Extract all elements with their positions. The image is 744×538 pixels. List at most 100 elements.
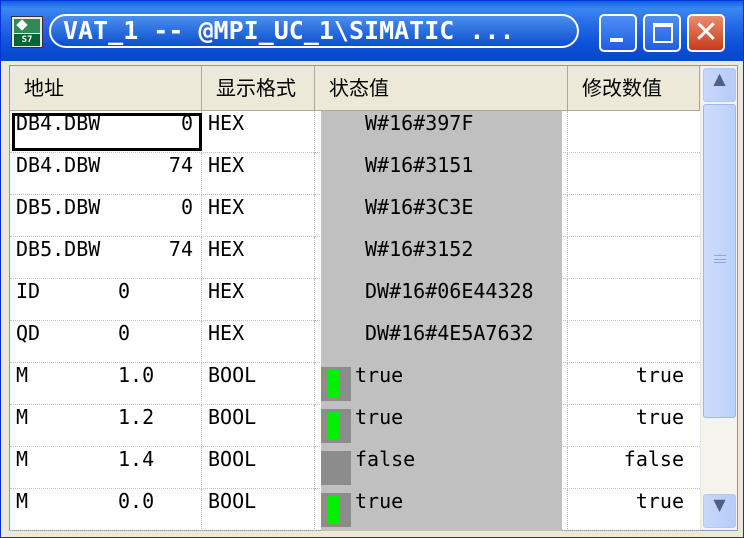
format-cell[interactable]: BOOL (202, 447, 315, 489)
address-number: 1.4 (118, 447, 155, 471)
address-number: 74 (168, 237, 193, 261)
bool-on-led-icon (327, 496, 339, 524)
close-icon: ✕ (693, 15, 719, 50)
modify-value-cell[interactable] (568, 237, 700, 279)
window-title: VAT_1 -- @MPI_UC_1\SIMATIC ... (49, 14, 579, 48)
status-value-text: W#16#3C3E (365, 195, 474, 219)
status-value-text: W#16#397F (365, 111, 474, 135)
modify-value-cell[interactable]: false (568, 447, 700, 489)
modify-value-cell[interactable] (568, 195, 700, 237)
minimize-icon (610, 38, 623, 42)
bool-indicator (321, 493, 351, 527)
format-cell[interactable]: HEX (202, 237, 315, 279)
address-number: 0.0 (118, 489, 155, 513)
address-cell[interactable]: DB4.DBW 0 (10, 111, 202, 153)
status-value-cell: true (315, 489, 568, 531)
format-cell[interactable]: HEX (202, 153, 315, 195)
status-value-text: false (355, 447, 416, 471)
modify-value-cell[interactable] (568, 279, 700, 321)
address-cell[interactable]: DB4.DBW 74 (10, 153, 202, 195)
col-header-address[interactable]: 地址 (10, 66, 202, 111)
address-number: 0 (180, 195, 193, 219)
chevron-up-icon: ▲ (713, 69, 726, 88)
close-button[interactable]: ✕ (687, 14, 725, 52)
modify-value-cell[interactable]: true (568, 405, 700, 447)
address-cell[interactable]: M 1.0 (10, 363, 202, 405)
modify-value-cell[interactable] (568, 153, 700, 195)
status-value-text: W#16#3151 (365, 153, 474, 177)
format-cell[interactable]: HEX (202, 195, 315, 237)
minimize-button[interactable] (599, 14, 637, 52)
address-operand: DB5.DBW (16, 237, 101, 261)
scroll-up-button[interactable]: ▲ (703, 68, 736, 102)
status-value-cell: true (315, 363, 568, 405)
bool-indicator (321, 367, 351, 401)
address-operand: ID (16, 279, 41, 303)
bool-indicator (321, 409, 351, 443)
address-operand: DB4.DBW (16, 153, 101, 177)
address-operand: QD (16, 321, 41, 345)
chevron-down-icon: ▼ (713, 495, 726, 514)
modify-value-cell[interactable] (568, 111, 700, 153)
grip-icon (714, 255, 726, 263)
modify-value-cell[interactable]: true (568, 363, 700, 405)
address-operand: M (16, 489, 29, 513)
address-operand: M (16, 363, 29, 387)
table-row[interactable]: M 1.2 BOOL true true (10, 405, 700, 447)
modify-value-cell[interactable]: true (568, 489, 700, 531)
format-cell[interactable]: HEX (202, 111, 315, 153)
status-value-text: DW#16#4E5A7632 (365, 321, 534, 345)
status-value-text: true (355, 405, 404, 429)
status-value-cell: W#16#3151 (315, 153, 568, 195)
col-header-status[interactable]: 状态值 (315, 66, 568, 111)
scroll-down-button[interactable]: ▼ (703, 494, 736, 528)
table-header: 地址 显示格式 状态值 修改数值 (10, 66, 700, 111)
format-cell[interactable]: BOOL (202, 405, 315, 447)
maximize-icon (653, 23, 673, 43)
simatic-app-icon[interactable]: S7 (11, 16, 43, 48)
table-row[interactable]: DB5.DBW 0 HEX W#16#3C3E (10, 195, 700, 237)
status-value-text: true (355, 489, 404, 513)
address-cell[interactable]: DB5.DBW 0 (10, 195, 202, 237)
address-cell[interactable]: QD 0 (10, 321, 202, 363)
address-number: 74 (168, 153, 193, 177)
table-row[interactable]: M 0.0 BOOL true true (10, 489, 700, 531)
status-value-cell: false (315, 447, 568, 489)
scroll-thumb[interactable] (703, 104, 736, 418)
maximize-button[interactable] (643, 14, 681, 52)
address-number: 1.0 (118, 363, 155, 387)
modify-value-cell[interactable] (568, 321, 700, 363)
col-header-modify[interactable]: 修改数值 (568, 66, 700, 111)
address-cell[interactable]: M 0.0 (10, 489, 202, 531)
format-cell[interactable]: HEX (202, 321, 315, 363)
address-number: 0 (118, 321, 131, 345)
vertical-scrollbar[interactable]: ▲ ▼ (700, 66, 737, 530)
address-operand: DB5.DBW (16, 195, 101, 219)
status-value-cell: DW#16#06E44328 (315, 279, 568, 321)
format-cell[interactable]: BOOL (202, 363, 315, 405)
bool-indicator (321, 451, 351, 485)
status-value-cell: true (315, 405, 568, 447)
address-operand: M (16, 405, 29, 429)
address-cell[interactable]: M 1.4 (10, 447, 202, 489)
table-row[interactable]: M 1.0 BOOL true true (10, 363, 700, 405)
address-cell[interactable]: ID 0 (10, 279, 202, 321)
table-row[interactable]: ID 0 HEX DW#16#06E44328 (10, 279, 700, 321)
format-cell[interactable]: HEX (202, 279, 315, 321)
format-cell[interactable]: BOOL (202, 489, 315, 531)
table-row[interactable]: QD 0 HEX DW#16#4E5A7632 (10, 321, 700, 363)
address-cell[interactable]: DB5.DBW 74 (10, 237, 202, 279)
table-row[interactable]: DB5.DBW 74 HEX W#16#3152 (10, 237, 700, 279)
bool-on-led-icon (327, 370, 339, 398)
col-header-format[interactable]: 显示格式 (202, 66, 315, 111)
status-value-cell: W#16#3C3E (315, 195, 568, 237)
status-value-text: W#16#3152 (365, 237, 474, 261)
table-row[interactable]: DB4.DBW 74 HEX W#16#3151 (10, 153, 700, 195)
address-number: 1.2 (118, 405, 155, 429)
title-bar[interactable]: S7 VAT_1 -- @MPI_UC_1\SIMATIC ... ✕ (1, 1, 743, 61)
status-value-text: true (355, 363, 404, 387)
address-operand: M (16, 447, 29, 471)
address-cell[interactable]: M 1.2 (10, 405, 202, 447)
table-row[interactable]: DB4.DBW 0 HEX W#16#397F (10, 111, 700, 153)
table-row[interactable]: M 1.4 BOOL false false (10, 447, 700, 489)
